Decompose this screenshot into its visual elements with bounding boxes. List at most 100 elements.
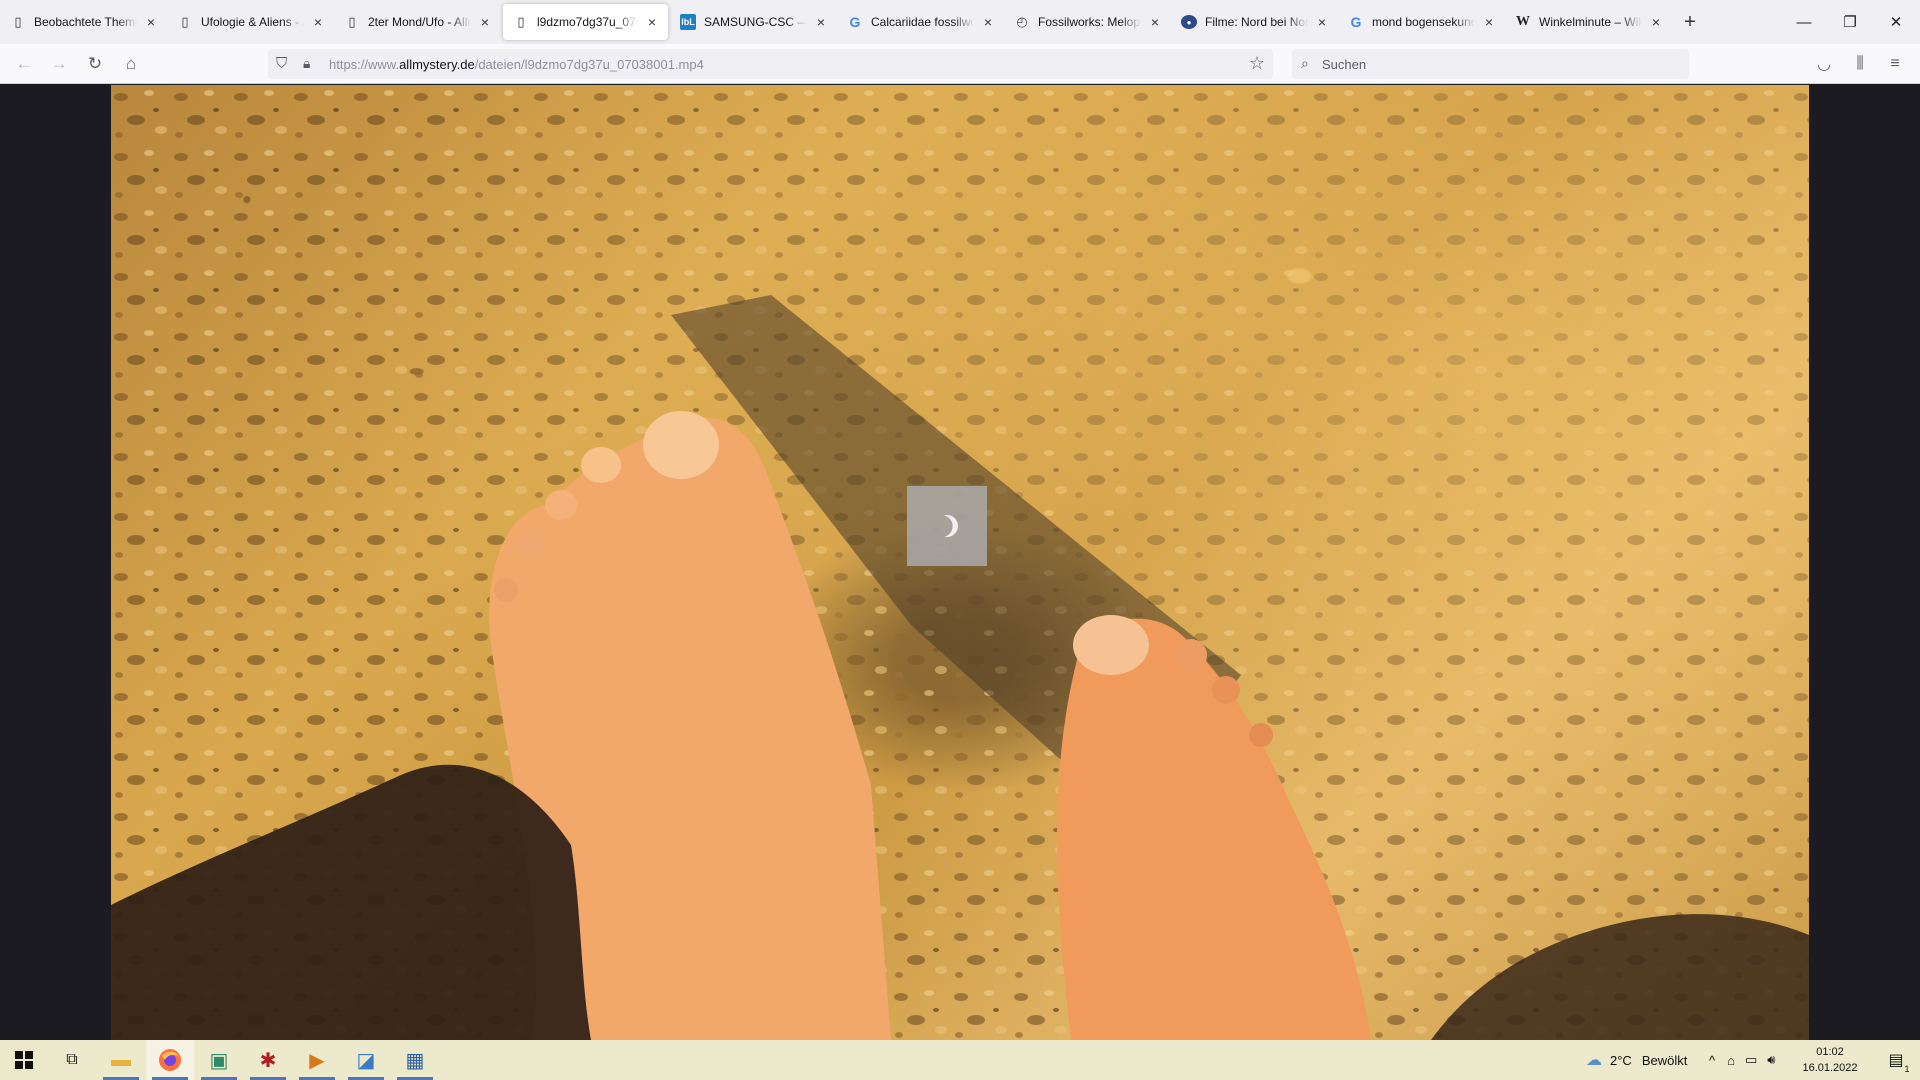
url-text[interactable]: https://www.allmystery.de/dateien/l9dzmo… [329, 57, 704, 72]
page-icon: ▯ [348, 14, 356, 30]
history-favicon-icon: ◴ [1016, 14, 1028, 29]
page-icon: ▯ [517, 14, 525, 30]
windows-taskbar: ⧉ ▬ ▣ ✱ ▶ ◪ ▦ ☁ 2°C Bewölkt ^ ⌂ ▭ 🔊︎ 01:… [0, 1040, 1920, 1080]
tab-title: mond bogensekunde [1372, 15, 1475, 29]
tab-close-icon[interactable]: × [982, 15, 994, 29]
url-path: /dateien/l9dzmo7dg37u_07038001.mp4 [474, 57, 704, 72]
close-window-button[interactable]: ✕ [1873, 0, 1919, 44]
tab-strip: ▯ Beobachtete Themen × ▯ Ufologie & Aliens -… [0, 0, 1920, 44]
tab-title: Ufologie & Aliens - A [201, 15, 304, 29]
windows-logo-icon [15, 1051, 33, 1069]
tab-2[interactable]: ▯ 2ter Mond/Ufo - Allm × [334, 0, 501, 44]
arrow-left-icon: ← [15, 54, 33, 73]
tab-9[interactable]: W Winkelminute – Wiki × [1505, 0, 1672, 44]
page-content [0, 85, 1920, 1040]
system-clock[interactable]: 01:02 16.01.2022 [1798, 1044, 1862, 1076]
tray-icons: ^ ⌂ ▭ 🔊︎ [1709, 1040, 1775, 1080]
search-icon: ⌕ [1301, 55, 1309, 71]
loading-spinner [907, 486, 987, 566]
tab-close-icon[interactable]: × [1483, 15, 1495, 29]
forward-button[interactable]: → [43, 48, 75, 80]
weather-temperature: 2°C [1610, 1052, 1632, 1068]
tab-0[interactable]: ▯ Beobachtete Themen × [0, 0, 167, 44]
calculator-button[interactable]: ▦ [391, 1040, 439, 1080]
start-button[interactable] [0, 1040, 48, 1080]
tab-title: Winkelminute – Wiki [1539, 15, 1642, 29]
tab-close-icon[interactable]: × [145, 15, 157, 29]
wikipedia-favicon-icon: W [1516, 14, 1530, 29]
video-player[interactable] [111, 85, 1809, 1040]
notification-count-badge: 1 [1904, 1064, 1910, 1074]
app-button-3[interactable]: ◪ [342, 1040, 390, 1080]
tab-close-icon[interactable]: × [312, 15, 324, 29]
tab-title: 2ter Mond/Ufo - Allm [368, 15, 471, 29]
app-button-1[interactable]: ▣ [195, 1040, 243, 1080]
plus-icon: + [1684, 10, 1696, 33]
url-host: allmystery.de [399, 57, 475, 72]
pocket-icon: ◡ [1817, 56, 1831, 73]
tab-close-icon[interactable]: × [815, 15, 827, 29]
google-favicon-icon: G [1350, 14, 1362, 30]
tab-6[interactable]: ◴ Fossilworks: Melopy × [1004, 0, 1171, 44]
minimize-icon: — [1796, 13, 1812, 31]
tab-close-icon[interactable]: × [479, 15, 491, 29]
tab-4[interactable]: IbL SAMSUNG-CSC — In × [670, 0, 837, 44]
tab-close-icon[interactable]: × [1316, 15, 1328, 29]
tab-3[interactable]: ▯ l9dzmo7dg37u_07038 × [503, 4, 668, 40]
bookmark-star-icon[interactable]: ☆ [1249, 53, 1265, 74]
tab-title: Filme: Nord bei Nord [1205, 15, 1308, 29]
weather-widget[interactable]: ☁ 2°C Bewölkt [1586, 1040, 1687, 1080]
clock-time: 01:02 [1816, 1046, 1844, 1058]
firefox-icon [159, 1049, 181, 1071]
tracking-protection-shield-icon[interactable]: ⛉ [276, 55, 287, 72]
spinner-icon [933, 512, 961, 540]
tab-title: Beobachtete Themen [34, 15, 137, 29]
close-icon: ✕ [1889, 14, 1903, 31]
volume-icon[interactable]: 🔊︎ [1767, 1052, 1775, 1068]
notes-app-icon: ◪ [356, 1049, 376, 1072]
network-icon[interactable]: ▭ [1745, 1052, 1757, 1068]
search-bar[interactable]: ⌕ [1292, 49, 1689, 79]
arrow-right-icon: → [50, 54, 68, 73]
restore-button[interactable]: ❐ [1827, 0, 1873, 44]
address-bar[interactable]: ⛉ 🔒︎ https://www.allmystery.de/dateien/l… [268, 49, 1273, 79]
weather-condition: Bewölkt [1641, 1052, 1688, 1068]
tab-1[interactable]: ▯ Ufologie & Aliens - A × [167, 0, 334, 44]
new-tab-button[interactable]: + [1672, 0, 1708, 44]
page-icon: ▯ [181, 14, 189, 30]
file-explorer-button[interactable]: ▬ [97, 1040, 145, 1080]
circle-favicon-icon: ● [1181, 15, 1197, 29]
notification-icon: ▤ 1 [1888, 1052, 1910, 1074]
chevron-up-icon[interactable]: ^ [1709, 1053, 1715, 1068]
tab-8[interactable]: Gmond bogensekunde × [1338, 0, 1505, 44]
tab-title: Calcariidae fossilwor [871, 15, 974, 29]
media-player-button[interactable]: ▶ [293, 1040, 341, 1080]
tab-close-icon[interactable]: × [1149, 15, 1161, 29]
tab-close-icon[interactable]: × [1650, 15, 1662, 29]
home-button[interactable]: ⌂ [115, 48, 147, 80]
cloud-icon: ☁ [1586, 1052, 1602, 1069]
reload-button[interactable]: ↻ [79, 48, 111, 80]
puzzle-app-icon: ✱ [259, 1049, 277, 1072]
notification-center-button[interactable]: ▤ 1 [1876, 1040, 1916, 1080]
library-button[interactable]: ⫼ [1844, 48, 1876, 80]
task-view-button[interactable]: ⧉ [48, 1040, 96, 1080]
tab-close-icon[interactable]: × [646, 15, 658, 29]
firefox-button[interactable] [146, 1040, 194, 1080]
tab-7[interactable]: ● Filme: Nord bei Nord × [1171, 0, 1338, 44]
tab-title: l9dzmo7dg37u_07038 [537, 15, 638, 29]
app-button-2[interactable]: ✱ [244, 1040, 292, 1080]
restore-icon: ❐ [1843, 14, 1857, 31]
tab-5[interactable]: G Calcariidae fossilwor × [837, 0, 1004, 44]
minimize-button[interactable]: — [1781, 0, 1827, 44]
clock-date: 16.01.2022 [1802, 1062, 1858, 1074]
menu-button[interactable]: ≡ [1879, 48, 1911, 80]
task-view-icon: ⧉ [66, 1051, 78, 1068]
tab-title: Fossilworks: Melopy [1038, 15, 1141, 29]
search-input[interactable] [1322, 54, 1672, 74]
back-button[interactable]: ← [8, 48, 40, 80]
pocket-button[interactable]: ◡ [1808, 48, 1840, 80]
meet-now-icon[interactable]: ⌂ [1727, 1053, 1735, 1068]
lock-icon[interactable]: 🔒︎ [303, 55, 310, 72]
home-icon: ⌂ [125, 54, 137, 73]
